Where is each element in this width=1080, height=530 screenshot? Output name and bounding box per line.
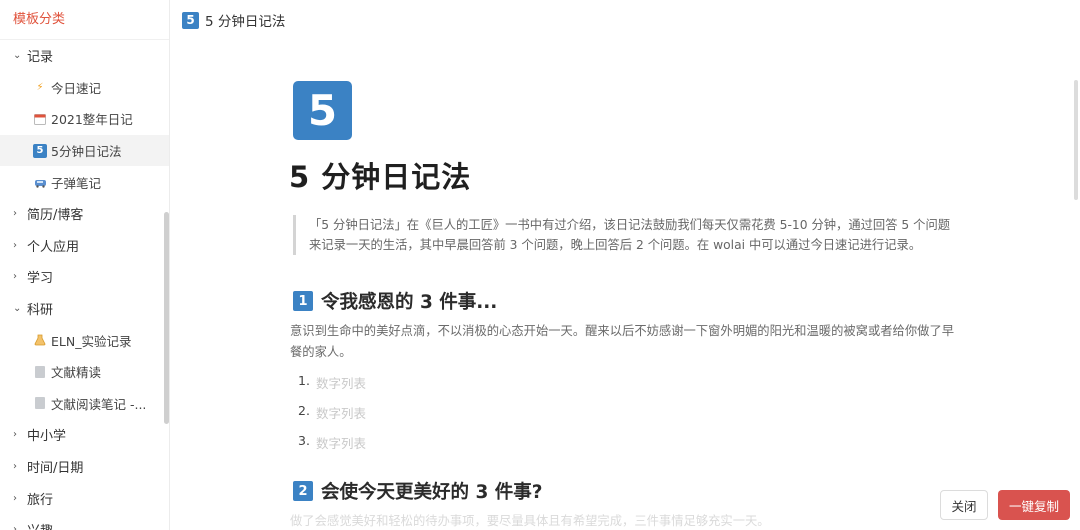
list-placeholder: 数字列表	[316, 406, 367, 421]
sidebar-group-travel[interactable]: › 旅行	[0, 482, 169, 514]
sidebar-group-time-date[interactable]: › 时间/日期	[0, 451, 169, 483]
sidebar-item-literature-notes[interactable]: 文献阅读笔记 -...	[0, 388, 169, 420]
chevron-right-icon: ›	[13, 461, 17, 473]
number-5-icon: 5	[33, 143, 47, 158]
chevron-right-icon: ›	[13, 239, 17, 251]
sidebar-group-study[interactable]: › 学习	[0, 261, 169, 293]
sidebar-item-label: ELN_实验记录	[51, 333, 132, 349]
sidebar-group-label: 记录	[27, 50, 54, 66]
sidebar-group-label: 兴趣	[27, 520, 53, 530]
sidebar-group-label: 个人应用	[27, 239, 80, 255]
sidebar-item-label: 子弹笔记	[51, 175, 102, 191]
section-paragraph-2: 做了会感觉美好和轻松的待办事项，要尽量具体且有希望完成，三件事情足够充实一天。	[290, 514, 770, 528]
sidebar: 模板分类 ⌄ 记录 ⚡ 今日速记 2021整年日记 5 5分钟日记法 子弹笔记 …	[0, 0, 170, 530]
list-item: 1. 数字列表	[298, 373, 366, 392]
sidebar-group-label: 科研	[27, 303, 54, 319]
section-heading-2: 2 会使今天更美好的 3 件事?	[293, 478, 543, 504]
sidebar-title: 模板分类	[0, 0, 169, 40]
close-button[interactable]: 关闭	[940, 490, 988, 520]
sidebar-group-records[interactable]: ⌄ 记录	[0, 40, 169, 72]
sidebar-group-resume-blog[interactable]: › 简历/博客	[0, 198, 169, 230]
section-paragraph-1: 意识到生命中的美好点滴，不以消极的心态开始一天。醒来以后不妨感谢一下窗外明媚的阳…	[290, 324, 955, 359]
sidebar-item-label: 文献精读	[51, 365, 102, 381]
number-5-icon: 5	[182, 11, 199, 29]
calendar-icon	[33, 112, 47, 126]
header-title: 5 分钟日记法	[205, 14, 286, 30]
sidebar-item-label: 文献阅读笔记 -...	[51, 396, 147, 412]
lightning-icon: ⚡	[36, 81, 44, 93]
page-title: 5 分钟日记法	[289, 160, 472, 194]
sidebar-item-5-minute-diary[interactable]: 5 5分钟日记法	[0, 134, 169, 167]
template-preview: 5 5 分钟日记法 「5 分钟日记法」在《巨人的工匠》一书中有过介绍，该日记法鼓…	[170, 40, 1080, 530]
chevron-right-icon: ›	[13, 271, 17, 283]
document-icon	[35, 397, 45, 410]
list-item: 3. 数字列表	[298, 433, 366, 452]
number-2-icon: 2	[293, 481, 313, 501]
section-heading-1: 1 令我感恩的 3 件事...	[293, 288, 497, 314]
list-number: 3.	[298, 433, 310, 448]
list-number: 1.	[298, 373, 310, 388]
sidebar-item-label: 5分钟日记法	[51, 144, 122, 160]
sidebar-group-label: 简历/博客	[27, 208, 84, 224]
section-heading-text: 令我感恩的 3 件事...	[321, 292, 498, 313]
chevron-right-icon: ›	[13, 524, 17, 530]
chevron-right-icon: ›	[13, 492, 17, 504]
sidebar-group-personal-apps[interactable]: › 个人应用	[0, 230, 169, 262]
sidebar-scrollbar[interactable]	[164, 212, 169, 424]
chevron-down-icon: ⌄	[13, 50, 22, 62]
chevron-down-icon: ⌄	[13, 303, 22, 315]
sidebar-group-research[interactable]: ⌄ 科研	[0, 293, 169, 325]
sidebar-item-bullet-journal[interactable]: 子弹笔记	[0, 166, 169, 198]
page-icon: 5	[293, 81, 352, 140]
train-icon	[33, 175, 47, 189]
sidebar-group-school[interactable]: › 中小学	[0, 419, 169, 451]
list-item: 2. 数字列表	[298, 403, 366, 422]
intro-quote: 「5 分钟日记法」在《巨人的工匠》一书中有过介绍，该日记法鼓励我们每天仅需花费 …	[293, 215, 953, 255]
sidebar-item-label: 今日速记	[51, 80, 102, 96]
document-icon	[35, 365, 45, 378]
sidebar-item-label: 2021整年日记	[51, 112, 133, 128]
sidebar-item-quick-note[interactable]: ⚡ 今日速记	[0, 72, 169, 104]
sidebar-item-literature-reading[interactable]: 文献精读	[0, 356, 169, 388]
list-number: 2.	[298, 403, 310, 418]
sidebar-item-2021-diary[interactable]: 2021整年日记	[0, 103, 169, 135]
flask-icon	[33, 333, 47, 347]
sidebar-group-label: 学习	[27, 271, 54, 287]
section-heading-text: 会使今天更美好的 3 件事?	[321, 482, 543, 503]
content-scrollbar[interactable]	[1074, 80, 1078, 200]
sidebar-group-label: 旅行	[27, 492, 54, 508]
chevron-right-icon: ›	[13, 208, 17, 220]
sidebar-group-label: 中小学	[27, 429, 67, 445]
header: 5 5 分钟日记法	[170, 0, 1080, 40]
chevron-right-icon: ›	[13, 429, 17, 441]
number-1-icon: 1	[293, 291, 313, 311]
sidebar-item-eln[interactable]: ELN_实验记录	[0, 324, 169, 356]
sidebar-group-interests[interactable]: › 兴趣	[0, 514, 169, 530]
list-placeholder: 数字列表	[316, 376, 367, 391]
app-window: 模板分类 ⌄ 记录 ⚡ 今日速记 2021整年日记 5 5分钟日记法 子弹笔记 …	[0, 0, 1080, 530]
list-placeholder: 数字列表	[316, 436, 367, 451]
copy-template-button[interactable]: 一键复制	[998, 490, 1070, 520]
sidebar-group-label: 时间/日期	[27, 461, 84, 477]
